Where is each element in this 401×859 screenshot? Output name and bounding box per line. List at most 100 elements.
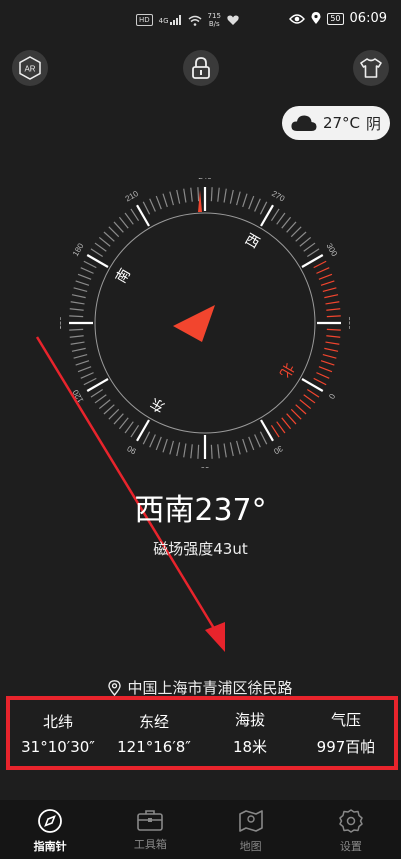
minor-tick <box>318 366 333 373</box>
cardinal-west: 西 <box>242 231 262 252</box>
minor-tick <box>286 413 297 425</box>
minor-tick <box>162 193 168 208</box>
tab-toolbox[interactable]: 工具箱 <box>110 800 190 859</box>
minor-tick <box>142 201 151 215</box>
minor-tick <box>210 187 213 202</box>
compass-dial: 北东 南 西 240 270 300 330 0 30 60 90 120 150 180 210 <box>60 178 350 468</box>
minor-tick <box>80 267 94 274</box>
minor-tick <box>108 408 120 420</box>
minor-tick <box>149 434 156 448</box>
minor-tick <box>73 353 88 359</box>
minor-tick <box>77 273 92 280</box>
minor-tick <box>276 421 286 434</box>
stat-longitude: 东经 121°16′8″ <box>106 711 202 756</box>
minor-tick <box>259 431 268 445</box>
degree-label: 270 <box>270 189 287 204</box>
weather-badge[interactable]: 27°C 阴 <box>282 106 390 140</box>
minor-tick <box>306 388 320 398</box>
geo-stats-panel: 北纬 31°10′30″ 东经 121°16′8″ 海拔 18米 气压 997百… <box>6 696 398 770</box>
location-pin-icon <box>311 12 321 24</box>
minor-tick <box>242 193 248 208</box>
minor-tick <box>130 424 140 438</box>
minor-tick <box>295 231 307 242</box>
minor-tick <box>94 242 107 252</box>
minor-tick <box>77 366 92 373</box>
minor-tick <box>276 212 286 225</box>
minor-tick <box>190 187 193 202</box>
skin-button[interactable] <box>353 50 389 86</box>
stat-altitude: 海拔 18米 <box>202 709 298 757</box>
network-type: 4G <box>158 17 169 25</box>
minor-tick <box>169 191 175 206</box>
minor-tick <box>254 434 261 448</box>
minor-tick <box>149 198 156 212</box>
minor-tick <box>324 347 339 352</box>
ar-button[interactable]: AR <box>12 50 48 86</box>
degree-label: 90 <box>125 443 138 456</box>
location-text: 中国上海市青浦区徐民路 <box>127 679 293 697</box>
signal-icon: 4G <box>159 15 182 25</box>
degree-label: 60 <box>200 465 209 468</box>
cloud-icon <box>291 115 317 131</box>
ar-icon: AR <box>19 56 41 80</box>
stat-value: 997百帕 <box>316 738 376 756</box>
minor-tick <box>303 394 316 404</box>
minor-tick <box>103 404 115 415</box>
status-time: 06:09 <box>349 11 387 26</box>
eye-icon <box>289 13 306 24</box>
tab-settings[interactable]: 设置 <box>311 800 391 859</box>
minor-tick <box>124 212 134 225</box>
minor-tick <box>103 231 115 242</box>
minor-tick <box>217 187 220 202</box>
minor-tick <box>118 216 129 229</box>
minor-tick <box>69 308 84 311</box>
minor-tick <box>242 438 248 453</box>
degree-label: 240 <box>198 178 212 181</box>
minor-tick <box>306 248 320 258</box>
minor-tick <box>130 208 140 222</box>
magnetic-field-readout: 磁场强度43ut <box>153 540 248 558</box>
stat-pressure: 气压 997百帕 <box>298 709 394 757</box>
cardinal-south: 南 <box>113 266 134 286</box>
minor-tick <box>108 226 120 238</box>
degree-label: 180 <box>71 241 86 258</box>
minor-tick <box>98 236 111 247</box>
minor-tick <box>118 417 129 430</box>
status-right: 50 06:09 <box>289 11 387 26</box>
tshirt-icon <box>360 58 382 78</box>
minor-tick <box>176 189 181 204</box>
minor-tick <box>313 377 327 386</box>
minor-tick <box>155 195 162 210</box>
degree-label: 150 <box>60 316 63 330</box>
minor-tick <box>98 399 111 410</box>
minor-tick <box>80 372 94 379</box>
minor-tick <box>183 443 187 458</box>
minor-tick <box>281 216 292 229</box>
lock-button[interactable] <box>183 50 219 86</box>
minor-tick <box>94 394 107 404</box>
status-bar: HD 4G 715 B/s 50 06:09 <box>0 0 401 40</box>
lock-icon <box>192 57 210 79</box>
minor-tick <box>223 188 227 203</box>
tab-map[interactable]: 地图 <box>211 800 291 859</box>
minor-tick <box>303 242 316 252</box>
minor-tick <box>316 372 330 379</box>
compass-icon <box>38 809 63 833</box>
degree-label: 330 <box>347 316 350 330</box>
location-row[interactable]: 中国上海市青浦区徐民路 <box>0 677 401 698</box>
minor-tick <box>210 444 213 459</box>
weather-temperature: 27°C <box>322 114 361 132</box>
minor-tick <box>75 360 90 366</box>
minor-tick <box>326 308 341 311</box>
minor-tick <box>254 198 261 212</box>
tab-compass[interactable]: 指南针 <box>10 800 90 859</box>
minor-tick <box>325 301 340 305</box>
minor-tick <box>322 353 337 359</box>
minor-tick <box>313 260 327 269</box>
minor-tick <box>71 294 86 299</box>
tab-label: 工具箱 <box>133 838 167 851</box>
battery-icon: 50 <box>327 12 344 25</box>
minor-tick <box>69 315 84 318</box>
minor-tick <box>259 201 268 215</box>
minor-tick <box>75 280 90 286</box>
